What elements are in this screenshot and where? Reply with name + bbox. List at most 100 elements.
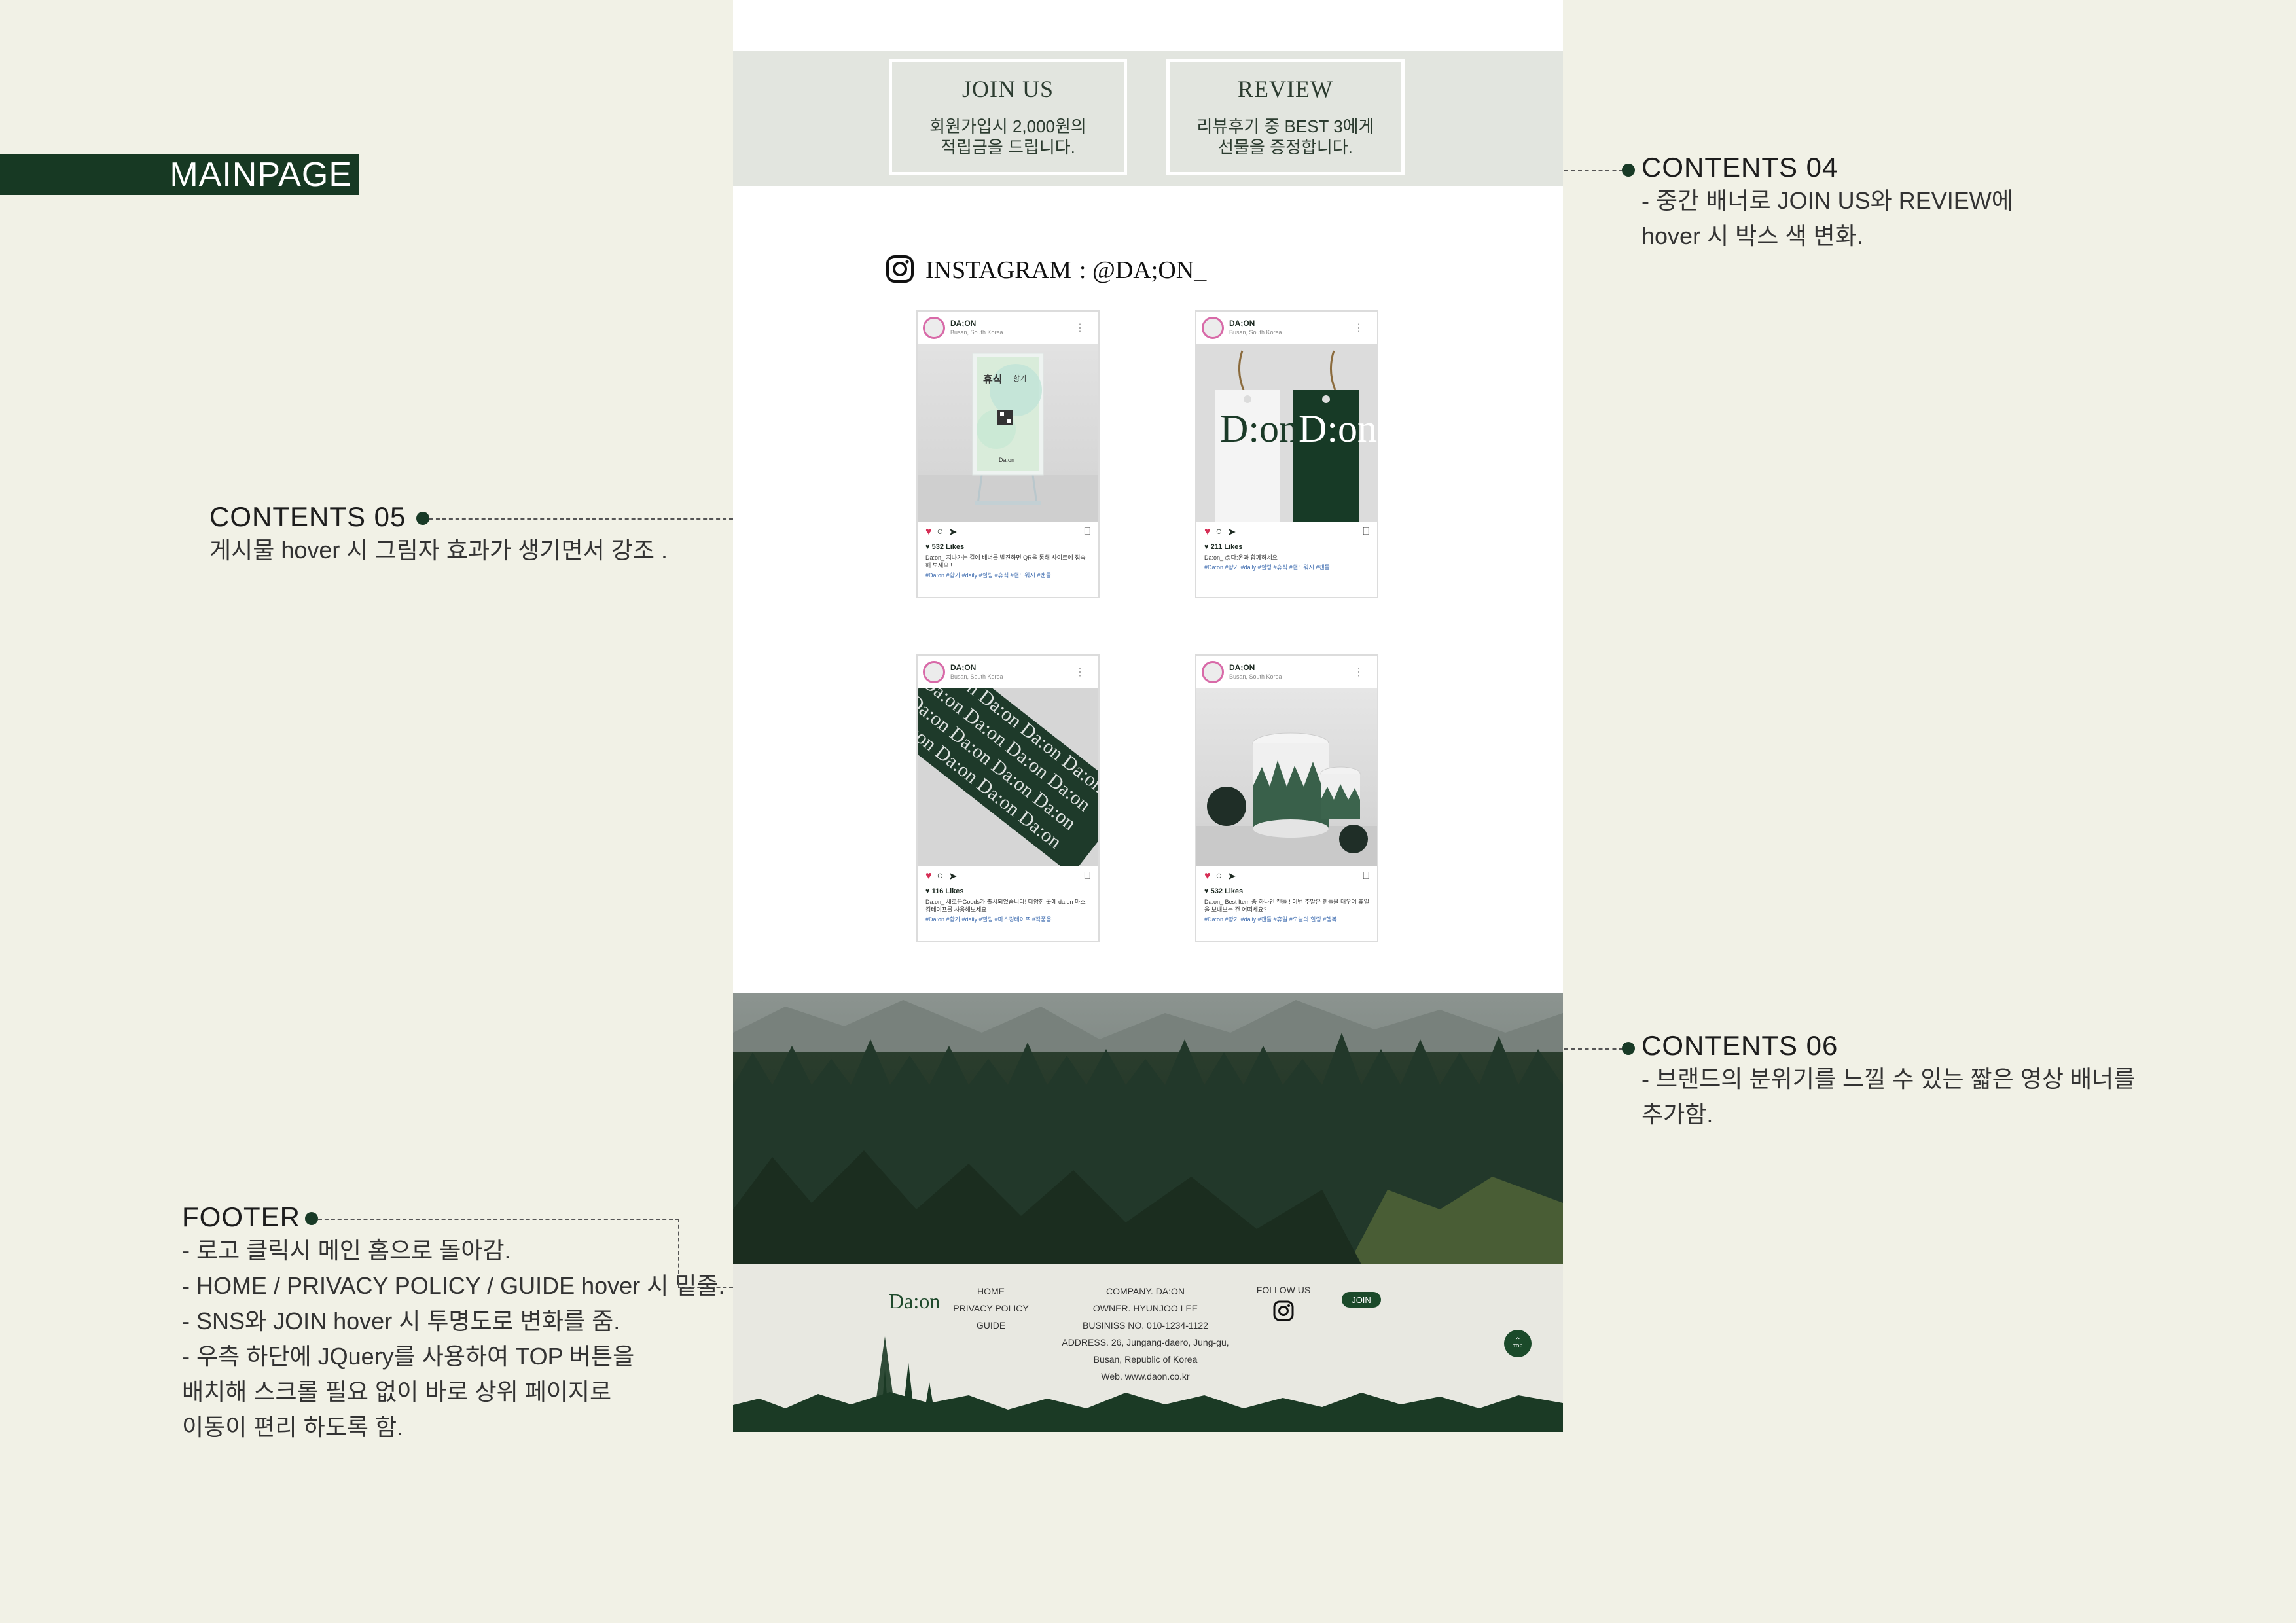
heart-icon[interactable]: ♥: [925, 870, 932, 882]
c06-connector: [1564, 1048, 1623, 1050]
annotation-line: - 중간 배너로 JOIN US와 REVIEW에: [1641, 187, 2013, 214]
post-image: D:on D:on: [1196, 344, 1377, 522]
footer-logo[interactable]: Da:on: [889, 1289, 940, 1313]
annotation-line: - 우측 하단에 JQuery를 사용하여 TOP 버튼을: [182, 1343, 635, 1370]
post-image: [1196, 688, 1377, 866]
review-box[interactable]: REVIEW 리뷰후기 중 BEST 3에게 선물을 증정합니다.: [1166, 59, 1405, 175]
review-line1: 리뷰후기 중 BEST 3에게: [1196, 116, 1374, 136]
post-actions: ♥ ○ ➤ ⎕: [1196, 522, 1377, 542]
post-username: DA;ON_: [1229, 319, 1260, 328]
avatar: [923, 661, 945, 683]
post-header: DA;ON_ Busan, South Korea ⋮: [1196, 656, 1377, 688]
join-us-title: JOIN US: [961, 76, 1054, 102]
mainpage-tag-label: MAINPAGE: [170, 156, 352, 194]
footer-info-line: Busan, Republic of Korea: [1093, 1354, 1198, 1364]
bookmark-icon[interactable]: ⎕: [1363, 526, 1369, 538]
instagram-handle[interactable]: : @DA;ON_: [1079, 256, 1206, 285]
footer-join-button[interactable]: JOIN: [1342, 1292, 1381, 1308]
c04-dot: [1622, 164, 1635, 177]
c04-connector: [1564, 170, 1623, 171]
heart-icon[interactable]: ♥: [925, 526, 932, 538]
send-icon[interactable]: ➤: [948, 870, 957, 883]
footer-dot: [305, 1212, 318, 1225]
instagram-post[interactable]: DA;ON_ Busan, South Korea ⋮ ♥ ○ ➤ ⎕ ♥ 53…: [1195, 654, 1378, 942]
annotation-contents-06: CONTENTS 06 - 브랜드의 분위기를 느낄 수 있는 짧은 영상 배너…: [1641, 1030, 2135, 1132]
video-banner[interactable]: [733, 993, 1563, 1264]
page-mockup: JOIN US 회원가입시 2,000원의 적립금을 드립니다. REVIEW …: [733, 0, 1563, 1432]
instagram-post[interactable]: DA;ON_ Busan, South Korea ⋮ Da:on Da:on D…: [916, 654, 1100, 942]
annotation-line: 배치해 스크롤 필요 없이 바로 상위 페이지로: [182, 1378, 612, 1405]
send-icon[interactable]: ➤: [948, 526, 957, 539]
heart-icon[interactable]: ♥: [1204, 870, 1211, 882]
footer-info-line: Web. www.daon.co.kr: [1101, 1371, 1190, 1382]
post-actions: ♥ ○ ➤ ⎕: [918, 866, 1098, 886]
footer-connector-v: [678, 1219, 679, 1287]
post-likes: ♥ 532 Likes: [925, 543, 965, 551]
tag-letters-light: D:on: [1220, 407, 1299, 450]
instagram-header: INSTAGRAM : @DA;ON_: [885, 254, 1206, 287]
join-us-box[interactable]: JOIN US 회원가입시 2,000원의 적립금을 드립니다.: [889, 59, 1127, 175]
post-caption: Da:on_ 새로운Goods가 출시되었습니다! 다양한 곳에 da:on 마…: [925, 899, 1086, 913]
post-header: DA;ON_ Busan, South Korea ⋮: [1196, 312, 1377, 344]
footer-company-info: COMPANY. DA:ON OWNER. HYUNJOO LEE BUSINI…: [1047, 1283, 1244, 1385]
post-location: Busan, South Korea: [1229, 673, 1282, 680]
post-caption: Da:on_ @다:온과 함께하세요: [1204, 554, 1278, 561]
more-options-icon[interactable]: ⋮: [1354, 321, 1364, 334]
comment-icon[interactable]: ○: [937, 870, 944, 882]
annotation-footer: FOOTER - 로고 클릭시 메인 홈으로 돌아감. - HOME / PRI…: [182, 1202, 725, 1445]
post-image: Da:on Da:on Da:on Da:on Da:on Da:on Da:o…: [918, 688, 1098, 866]
footer-nav: HOME PRIVACY POLICY GUIDE: [952, 1283, 1030, 1334]
top-button[interactable]: ⌃ TOP: [1504, 1330, 1532, 1357]
annotation-title: CONTENTS 06: [1641, 1030, 1839, 1061]
annotation-line: 이동이 편리 하도록 함.: [182, 1414, 404, 1440]
bookmark-icon[interactable]: ⎕: [1084, 870, 1090, 882]
post-likes: ♥ 532 Likes: [1204, 887, 1244, 895]
post-username: DA;ON_: [950, 663, 981, 672]
instagram-post[interactable]: DA;ON_Busan, South Korea ⋮ 휴식 향기 Da:on: [916, 310, 1100, 598]
post-username: DA;ON_: [1229, 663, 1260, 672]
comment-icon[interactable]: ○: [937, 526, 944, 538]
footer-nav-home[interactable]: HOME: [952, 1283, 1030, 1300]
top-button-label: TOP: [1513, 1344, 1523, 1349]
more-options-icon[interactable]: ⋮: [1075, 321, 1085, 334]
post-location: Busan, South Korea: [1229, 329, 1282, 336]
post-location: Busan, South Korea: [950, 329, 1003, 336]
instagram-icon[interactable]: [885, 254, 915, 287]
bookmark-icon[interactable]: ⎕: [1363, 870, 1369, 882]
post-tags: #Da:on #향기 #daily #힐링 #휴식 #핸드워시 #캔들: [925, 572, 1051, 579]
footer-nav-guide[interactable]: GUIDE: [952, 1317, 1030, 1334]
post-location: Busan, South Korea: [950, 673, 1003, 680]
post-image: 휴식 향기 Da:on: [918, 344, 1098, 522]
instagram-icon[interactable]: [1272, 1300, 1295, 1322]
avatar: [1202, 317, 1224, 339]
post-username: DA;ON_: [950, 319, 981, 328]
heart-icon[interactable]: ♥: [1204, 526, 1211, 538]
footer-info-line: ADDRESS. 26, Jungang-daero, Jung-gu,: [1062, 1337, 1229, 1347]
chevron-up-icon: ⌃: [1514, 1336, 1522, 1345]
footer-nav-privacy[interactable]: PRIVACY POLICY: [952, 1300, 1030, 1317]
comment-icon[interactable]: ○: [1216, 870, 1223, 882]
send-icon[interactable]: ➤: [1227, 526, 1236, 539]
footer-info-line: COMPANY. DA:ON: [1105, 1286, 1185, 1296]
join-us-line1: 회원가입시 2,000원의: [929, 116, 1086, 136]
footer-connector-h1: [318, 1219, 679, 1220]
post-actions: ♥ ○ ➤ ⎕: [1196, 866, 1377, 886]
annotation-line: - SNS와 JOIN hover 시 투명도로 변화를 줌.: [182, 1308, 620, 1334]
footer: Da:on HOME PRIVACY POLICY GUIDE COMPANY.…: [733, 1264, 1563, 1432]
comment-icon[interactable]: ○: [1216, 526, 1223, 538]
more-options-icon[interactable]: ⋮: [1354, 666, 1364, 679]
post-tags: #Da:on #향기 #daily #캔들 #휴일 #오늘의 힐링 #행복: [1204, 916, 1337, 923]
instagram-post[interactable]: DA;ON_ Busan, South Korea ⋮ D:on D:on ♥ ○…: [1195, 310, 1378, 598]
more-options-icon[interactable]: ⋮: [1075, 666, 1085, 679]
post-tags: #Da:on #향기 #daily #힐링 #마스킹테이프 #작품용: [925, 916, 1052, 923]
footer-connector-h2: [678, 1287, 733, 1288]
bookmark-icon[interactable]: ⎕: [1084, 526, 1090, 538]
send-icon[interactable]: ➤: [1227, 870, 1236, 883]
poster-brand: Da:on: [999, 457, 1015, 463]
post-caption: Da:on_ Best Item 중 하나인 캔들 ! 이번 주말은 캔들을 태…: [1204, 899, 1369, 913]
annotation-title: FOOTER: [182, 1202, 300, 1232]
instagram-label: INSTAGRAM: [925, 257, 1071, 284]
post-actions: ♥ ○ ➤ ⎕: [918, 522, 1098, 542]
post-header: DA;ON_ Busan, South Korea ⋮: [918, 656, 1098, 688]
post-caption: Da:on_ 지나가는 길에 배너를 발견하면 QR을 통해 사이트에 접속해 …: [925, 554, 1086, 569]
